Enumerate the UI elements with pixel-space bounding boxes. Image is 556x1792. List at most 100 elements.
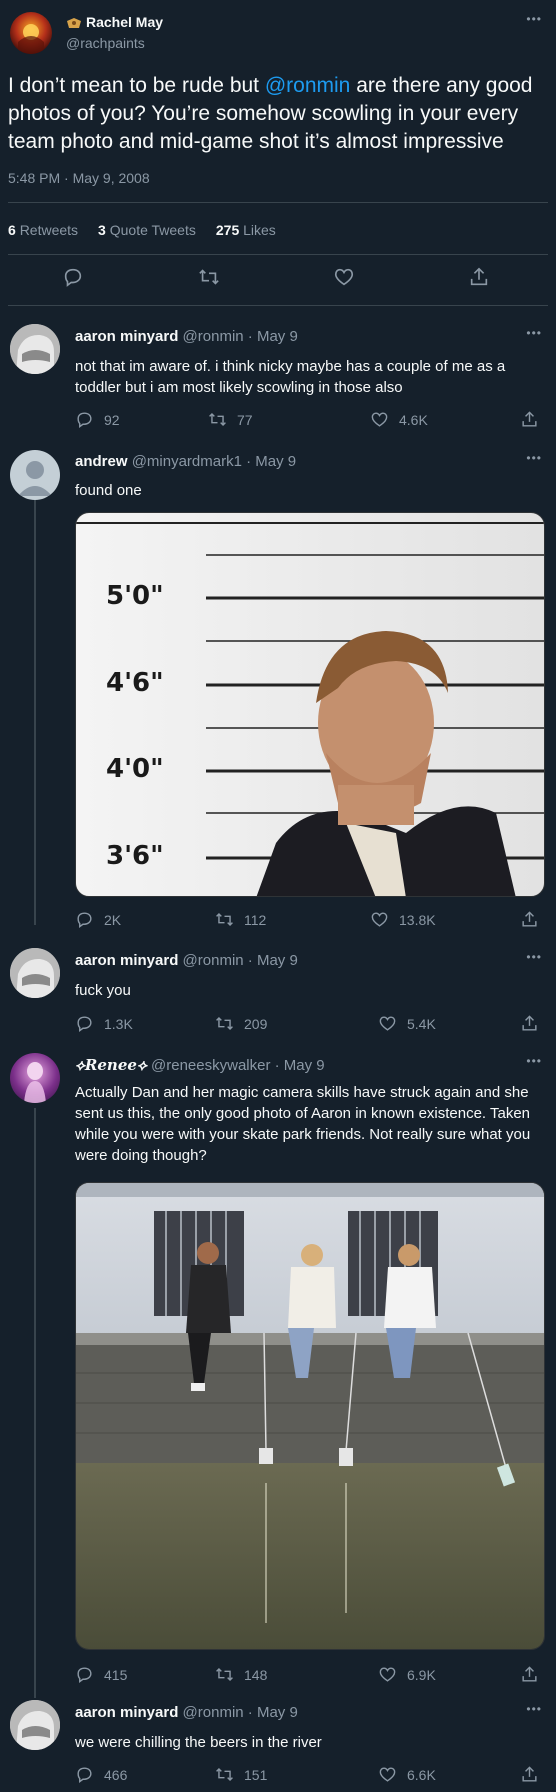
more-icon[interactable]: ••• xyxy=(526,1054,542,1068)
reply-3-retweet-button[interactable]: 209 xyxy=(215,1014,267,1033)
reply-author-handle[interactable]: @ronmin xyxy=(183,1704,244,1721)
share-icon xyxy=(522,1666,537,1682)
reply-icon xyxy=(77,1016,92,1033)
reply-4-share-button[interactable] xyxy=(520,1665,549,1684)
reply-2-retweet-button[interactable]: 112 xyxy=(215,910,266,929)
reply-1-like-button[interactable]: 4.6K xyxy=(370,410,428,429)
main-like-button[interactable] xyxy=(333,266,355,293)
retweet-icon xyxy=(216,1016,233,1031)
reply-date[interactable]: May 9 xyxy=(257,328,298,345)
reply-author-handle[interactable]: @minyardmark1 xyxy=(132,453,242,470)
reply-1-share-button[interactable] xyxy=(520,410,549,429)
reply-2-text: found one xyxy=(75,482,142,499)
reply-3-like-button[interactable]: 5.4K xyxy=(378,1014,436,1033)
main-tweet-timestamp[interactable]: 5:48 PM · May 9, 2008 xyxy=(8,170,150,186)
main-author-avatar[interactable] xyxy=(10,12,52,54)
reply-3-share-button[interactable] xyxy=(520,1014,549,1033)
main-tweet-text: I don’t mean to be rude but @ronmin are … xyxy=(8,74,533,153)
reply-date[interactable]: May 9 xyxy=(284,1057,325,1074)
reply-3-avatar[interactable] xyxy=(10,948,60,998)
height-label-4-0: 4'0" xyxy=(106,754,164,784)
reply-5-like-button[interactable]: 6.6K xyxy=(378,1765,436,1784)
retweet-icon xyxy=(209,412,226,427)
reply-author-handle[interactable]: @reneeskywalker xyxy=(151,1057,270,1074)
main-author-name-row[interactable]: Rachel May xyxy=(66,14,163,30)
reply-2-share-button[interactable] xyxy=(520,910,549,929)
reply-icon xyxy=(77,912,92,929)
main-author-handle[interactable]: @rachpaints xyxy=(66,35,145,51)
reply-icon xyxy=(77,412,92,429)
shield-emoji-icon xyxy=(66,16,82,28)
main-share-button[interactable] xyxy=(468,266,490,293)
divider xyxy=(8,254,548,255)
like-icon xyxy=(379,1667,396,1682)
reply-4-retweet-button[interactable]: 148 xyxy=(215,1665,267,1684)
reply-author-handle[interactable]: @ronmin xyxy=(183,952,244,969)
reply-5-reply-button[interactable]: 466 xyxy=(75,1765,127,1784)
reply-1-reply-button[interactable]: 92 xyxy=(75,410,120,429)
reply-4-like-button[interactable]: 6.9K xyxy=(378,1665,436,1684)
reply-author-handle[interactable]: @ronmin xyxy=(183,328,244,345)
reply-date[interactable]: May 9 xyxy=(257,952,298,969)
mugshot-image[interactable]: 5'0" 4'6" 4'0" 3'6" xyxy=(75,512,545,897)
reply-1-avatar[interactable] xyxy=(10,324,60,374)
divider xyxy=(8,305,548,306)
reply-5-header: aaron minyard @ronmin · May 9 xyxy=(75,1704,298,1721)
reply-1-retweet-button[interactable]: 77 xyxy=(208,410,253,429)
reply-4-reply-button[interactable]: 415 xyxy=(75,1665,127,1684)
quotes-stat[interactable]: 3 Quote Tweets xyxy=(98,222,196,238)
reply-4-header: ⟡𝑹𝒆𝒏𝒆𝒆⟡ @reneeskywalker · May 9 xyxy=(75,1056,325,1074)
reply-3-reply-button[interactable]: 1.3K xyxy=(75,1014,133,1033)
reply-date[interactable]: May 9 xyxy=(257,1704,298,1721)
reply-author-name[interactable]: aaron minyard xyxy=(75,952,178,969)
reply-4-text: Actually Dan and her magic camera skills… xyxy=(75,1084,531,1164)
more-icon[interactable]: ••• xyxy=(526,326,542,340)
share-icon xyxy=(470,267,488,286)
reply-author-name[interactable]: andrew xyxy=(75,453,128,470)
like-icon xyxy=(334,268,354,286)
like-icon xyxy=(379,1016,396,1031)
reply-3-header: aaron minyard @ronmin · May 9 xyxy=(75,952,298,969)
reply-author-name[interactable]: aaron minyard xyxy=(75,1704,178,1721)
reply-date[interactable]: May 9 xyxy=(255,453,296,470)
reply-2-like-button[interactable]: 13.8K xyxy=(370,910,436,929)
reply-icon xyxy=(64,268,82,287)
retweet-icon xyxy=(216,1767,233,1782)
reply-author-name[interactable]: ⟡𝑹𝒆𝒏𝒆𝒆⟡ xyxy=(75,1056,147,1074)
reply-4-avatar[interactable] xyxy=(10,1053,60,1103)
more-icon[interactable]: ••• xyxy=(526,1702,542,1716)
reply-5-avatar[interactable] xyxy=(10,1700,60,1750)
height-label-5-0: 5'0" xyxy=(106,581,164,611)
main-author-name[interactable]: Rachel May xyxy=(86,14,163,30)
likes-stat[interactable]: 275 Likes xyxy=(216,222,276,238)
river-photo[interactable] xyxy=(75,1182,545,1650)
share-icon xyxy=(522,1015,537,1031)
divider xyxy=(8,202,548,203)
share-icon xyxy=(522,411,537,427)
reply-icon xyxy=(77,1767,92,1784)
reply-2-avatar[interactable] xyxy=(10,450,60,500)
more-icon[interactable]: ••• xyxy=(526,950,542,964)
more-icon[interactable]: ••• xyxy=(526,451,542,465)
share-icon xyxy=(522,911,537,927)
thread-line xyxy=(34,500,36,925)
reply-3-text: fuck you xyxy=(75,982,131,999)
main-reply-button[interactable] xyxy=(62,266,84,293)
height-label-3-6: 3'6" xyxy=(106,841,164,871)
more-icon[interactable]: ••• xyxy=(526,12,542,26)
reply-5-retweet-button[interactable]: 151 xyxy=(215,1765,267,1784)
main-tweet-stats: 6 Retweets 3 Quote Tweets 275 Likes xyxy=(8,222,276,238)
reply-1-text: not that im aware of. i think nicky mayb… xyxy=(75,358,506,396)
mention-link[interactable]: @ronmin xyxy=(265,74,351,97)
reply-icon xyxy=(77,1667,92,1684)
retweets-stat[interactable]: 6 Retweets xyxy=(8,222,78,238)
thread-line xyxy=(34,1108,36,1698)
like-icon xyxy=(371,412,388,427)
retweet-icon xyxy=(199,269,219,285)
reply-2-reply-button[interactable]: 2K xyxy=(75,910,121,929)
main-retweet-button[interactable] xyxy=(198,266,220,293)
reply-2-header: andrew @minyardmark1 · May 9 xyxy=(75,453,297,470)
reply-5-text: we were chilling the beers in the river xyxy=(75,1734,322,1751)
reply-author-name[interactable]: aaron minyard xyxy=(75,328,178,345)
reply-5-share-button[interactable] xyxy=(520,1765,549,1784)
